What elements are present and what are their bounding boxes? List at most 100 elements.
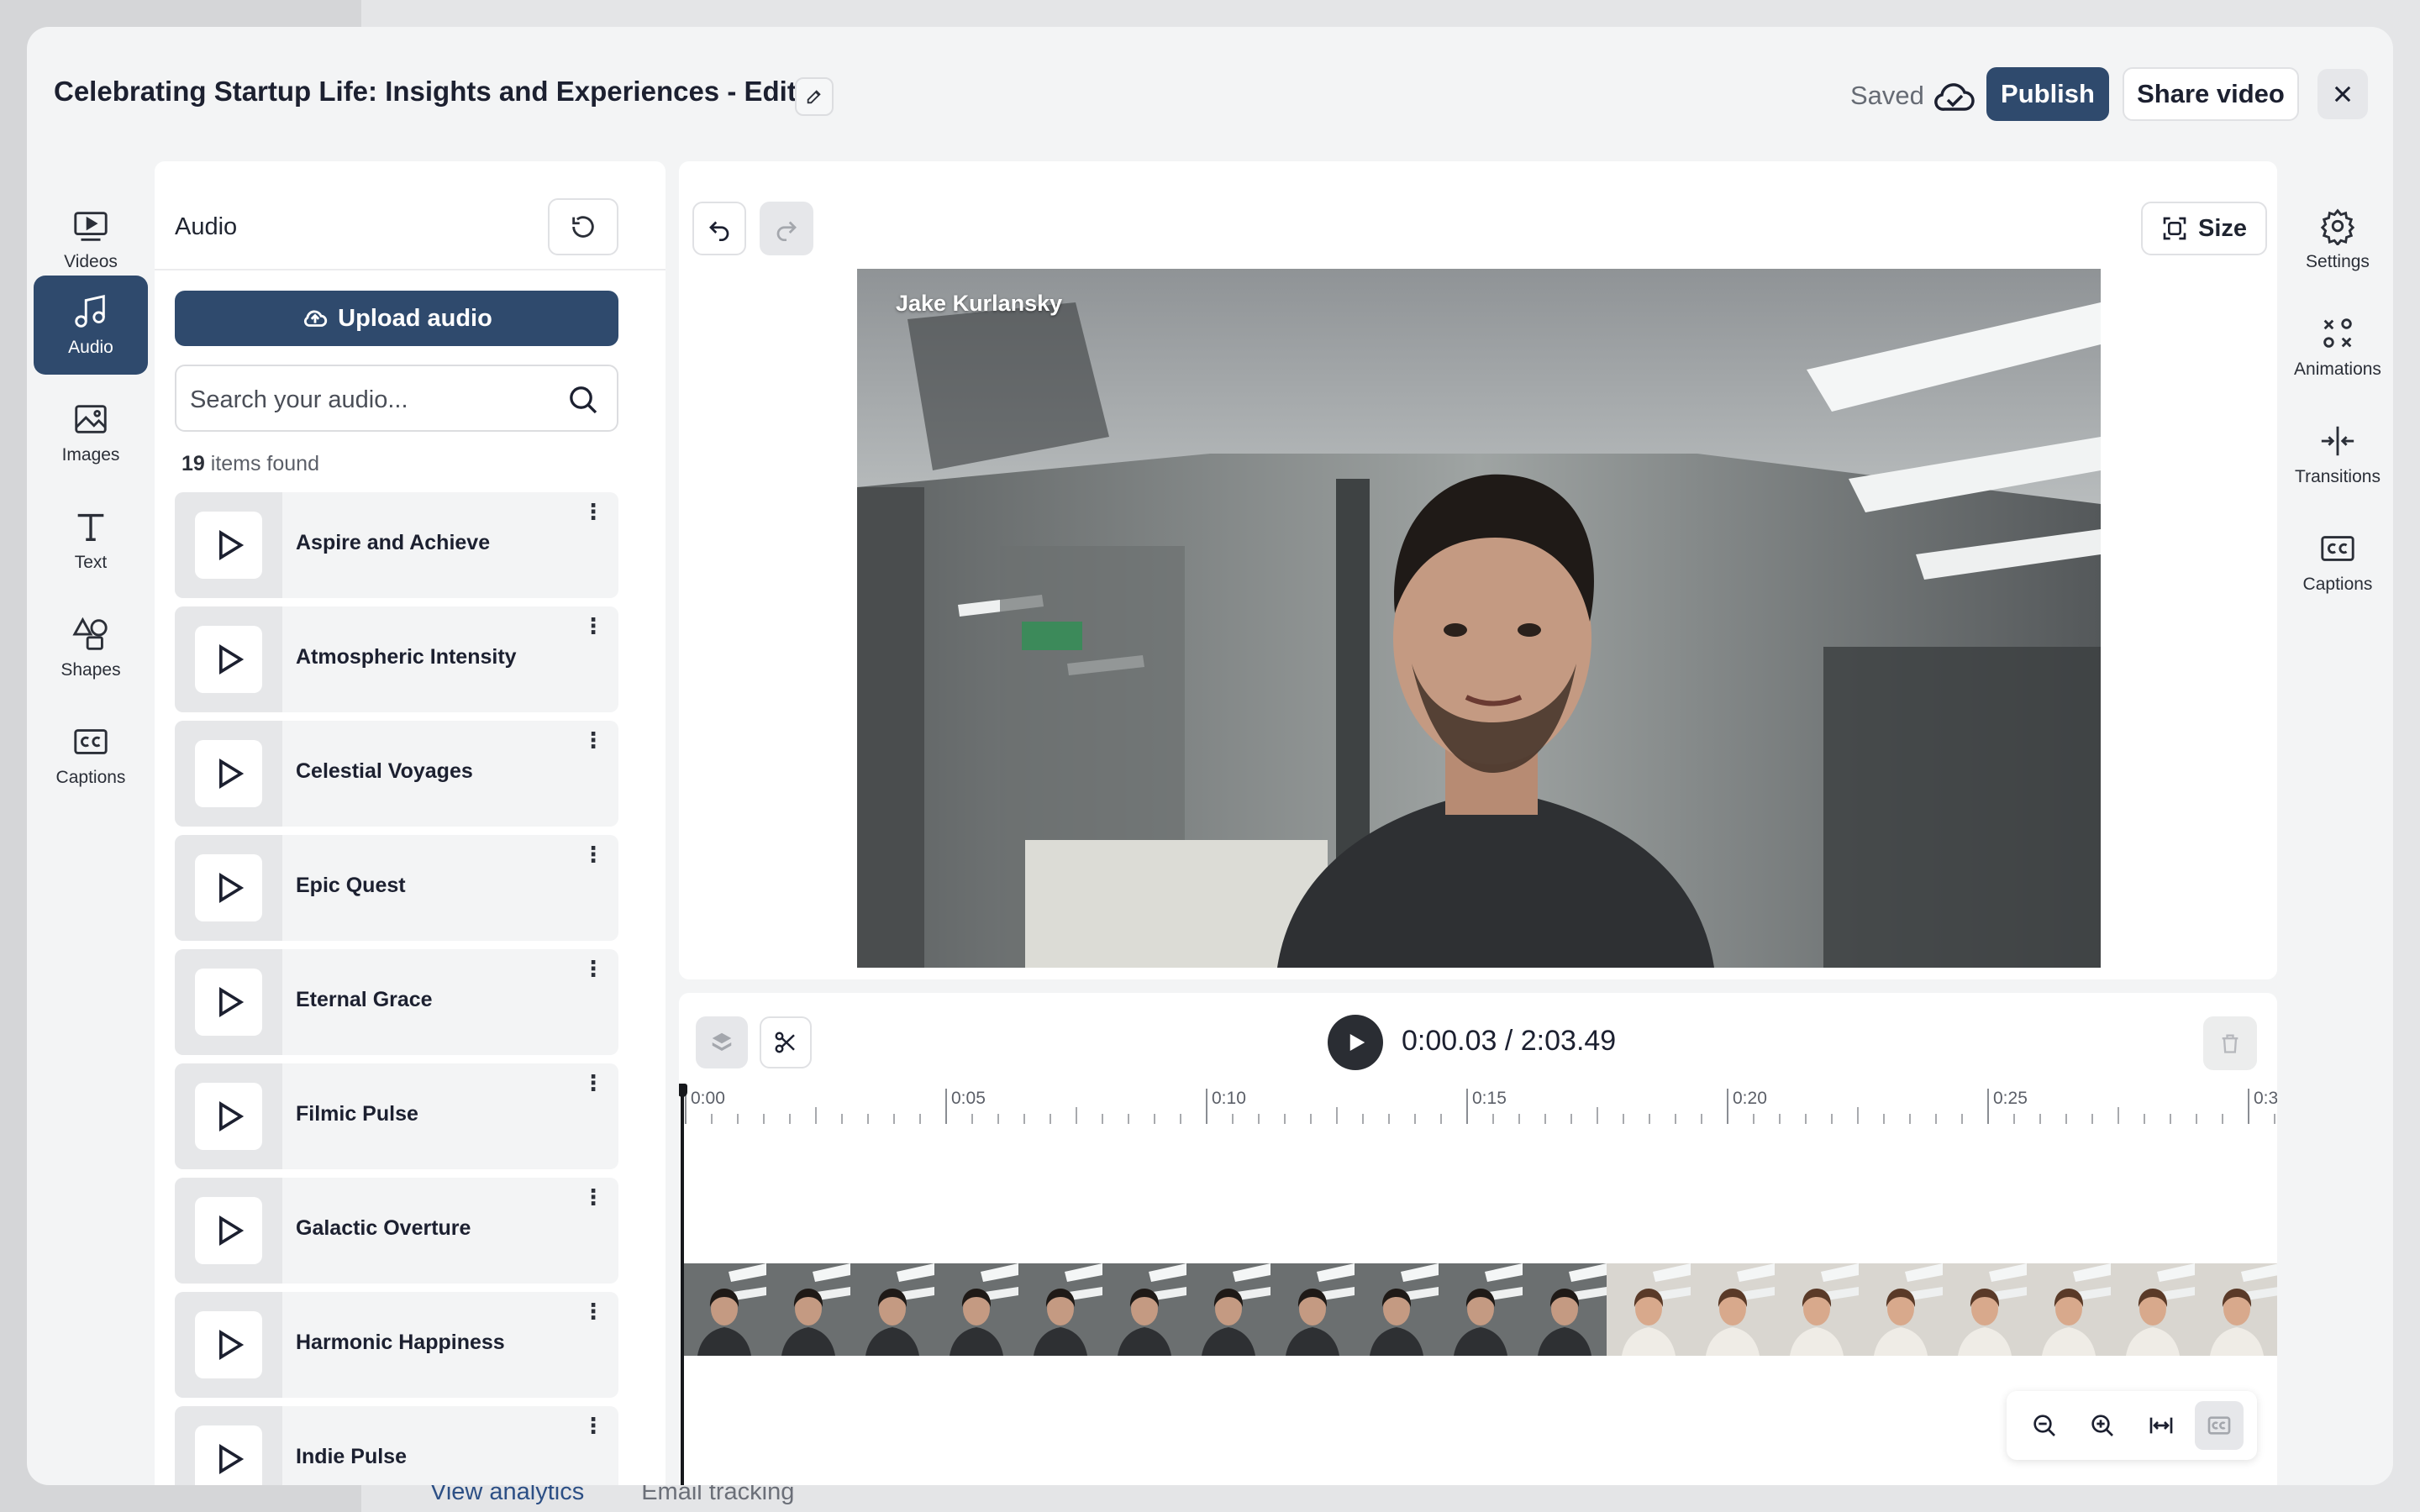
track-name: Aspire and Achieve — [296, 531, 491, 554]
more-options-icon[interactable]: ⋮ — [581, 958, 605, 988]
more-options-icon[interactable]: ⋮ — [581, 729, 605, 759]
nav-label: Audio — [68, 338, 113, 357]
nav-transitions[interactable]: Transitions — [2281, 405, 2393, 504]
fit-width-icon — [2149, 1417, 2173, 1434]
audio-track-item[interactable]: Aspire and Achieve ⋮ — [175, 492, 618, 598]
ruler-tick-label: 0:10 — [1212, 1089, 1246, 1108]
filmstrip-thumbnail — [1943, 1263, 2027, 1356]
nav-text[interactable]: Text — [34, 491, 148, 590]
ruler-tick-label: 0:15 — [1472, 1089, 1507, 1108]
audio-track-item[interactable]: Celestial Voyages ⋮ — [175, 721, 618, 827]
filmstrip-frame — [1186, 1263, 1270, 1356]
nav-label: Images — [61, 445, 120, 465]
play-icon — [219, 1444, 245, 1474]
track-play-button[interactable] — [195, 1197, 262, 1264]
shapes-icon — [72, 617, 108, 650]
refresh-button[interactable] — [548, 198, 618, 255]
play-icon — [1349, 1034, 1365, 1051]
redo-button[interactable] — [760, 202, 813, 255]
edit-title-button[interactable] — [795, 77, 834, 116]
nav-captions-right[interactable]: Captions — [2281, 512, 2393, 612]
zoom-in-icon — [2091, 1415, 2114, 1436]
publish-button[interactable]: Publish — [1986, 67, 2109, 121]
page-title: Celebrating Startup Life: Insights and E… — [54, 76, 797, 107]
track-play-button[interactable] — [195, 512, 262, 579]
nav-videos[interactable]: Videos — [34, 190, 148, 289]
filmstrip-frame — [1355, 1263, 1439, 1356]
track-play-button[interactable] — [195, 969, 262, 1036]
filmstrip-thumbnail — [1186, 1263, 1270, 1356]
size-label: Size — [2197, 214, 2248, 242]
nav-audio[interactable]: Audio — [34, 276, 148, 375]
track-name: Galactic Overture — [296, 1216, 471, 1240]
nav-captions[interactable]: Captions — [34, 706, 148, 805]
nav-label: Captions — [55, 768, 126, 787]
items-count: 19 items found — [182, 452, 319, 476]
nav-shapes[interactable]: Shapes — [34, 598, 148, 697]
search-icon[interactable] — [566, 383, 600, 417]
undo-button[interactable] — [692, 202, 746, 255]
more-options-icon[interactable]: ⋮ — [581, 615, 605, 645]
captions-toggle-button[interactable] — [2195, 1401, 2244, 1450]
close-icon — [2334, 86, 2351, 102]
audio-track-item[interactable]: Galactic Overture ⋮ — [175, 1178, 618, 1284]
track-play-button[interactable] — [195, 1083, 262, 1150]
audio-track-item[interactable]: Indie Pulse ⋮ — [175, 1406, 618, 1485]
more-options-icon[interactable]: ⋮ — [581, 1072, 605, 1102]
undo-icon — [709, 221, 729, 241]
music-note-icon — [75, 294, 105, 328]
play-icon — [219, 1101, 245, 1131]
more-options-icon[interactable]: ⋮ — [581, 843, 605, 874]
nav-images[interactable]: Images — [34, 383, 148, 482]
playhead[interactable] — [679, 1084, 687, 1485]
upload-audio-label: Upload audio — [338, 304, 492, 332]
nav-settings[interactable]: Settings — [2281, 190, 2393, 289]
more-options-icon[interactable]: ⋮ — [581, 1300, 605, 1331]
cc-icon — [74, 729, 108, 754]
share-video-button[interactable]: Share video — [2123, 67, 2299, 121]
more-options-icon[interactable]: ⋮ — [581, 501, 605, 531]
filmstrip-thumbnail — [2027, 1263, 2111, 1356]
size-button[interactable]: Size — [2141, 202, 2267, 255]
play-icon — [219, 530, 245, 560]
audio-track-item[interactable]: Atmospheric Intensity ⋮ — [175, 606, 618, 712]
search-input[interactable] — [190, 381, 560, 418]
pencil-icon — [807, 90, 821, 104]
track-name: Filmic Pulse — [296, 1102, 418, 1126]
close-button[interactable] — [2317, 69, 2368, 119]
saved-status: Saved — [1850, 81, 1924, 110]
more-options-icon[interactable]: ⋮ — [581, 1186, 605, 1216]
fit-timeline-button[interactable] — [2137, 1401, 2186, 1450]
items-count-suffix: items found — [204, 452, 319, 475]
gear-icon — [2320, 208, 2355, 245]
zoom-in-button[interactable] — [2078, 1401, 2127, 1450]
speaker-name: Jake Kurlansky — [896, 291, 1063, 316]
track-play-button[interactable] — [195, 626, 262, 693]
play-button[interactable] — [1328, 1015, 1383, 1070]
video-frame-image — [857, 269, 2101, 968]
split-button[interactable] — [760, 1016, 812, 1068]
video-preview[interactable]: Jake Kurlansky — [857, 269, 2101, 968]
track-play-button[interactable] — [195, 1425, 262, 1485]
track-play-button[interactable] — [195, 740, 262, 807]
track-play-button[interactable] — [195, 1311, 262, 1378]
more-options-icon[interactable]: ⋮ — [581, 1415, 605, 1445]
timeline-ruler[interactable]: 0:00 0:05 0:10 0:15 0:20 0:25 0:3 — [679, 1077, 2277, 1127]
track-play-button[interactable] — [195, 854, 262, 921]
audio-track-item[interactable]: Epic Quest ⋮ — [175, 835, 618, 941]
audio-track-item[interactable]: Eternal Grace ⋮ — [175, 949, 618, 1055]
track-name: Indie Pulse — [296, 1445, 407, 1468]
timeline-panel: 0:00.03 / 2:03.49 0:00 0:05 0:10 0:15 0:20 0:… — [679, 993, 2277, 1485]
audio-track-item[interactable]: Harmonic Happiness ⋮ — [175, 1292, 618, 1398]
filmstrip-frame — [1943, 1263, 2027, 1356]
nav-animations[interactable]: Animations — [2281, 297, 2393, 396]
delete-button[interactable] — [2203, 1016, 2257, 1070]
layers-button[interactable] — [696, 1016, 748, 1068]
zoom-out-button[interactable] — [2020, 1401, 2069, 1450]
video-track-filmstrip[interactable] — [682, 1263, 2277, 1356]
ruler-tick-label: 0:05 — [951, 1089, 986, 1108]
filmstrip-frame — [1523, 1263, 1607, 1356]
ruler-tick-label: 0:3 — [2254, 1089, 2277, 1108]
audio-track-item[interactable]: Filmic Pulse ⋮ — [175, 1063, 618, 1169]
upload-audio-button[interactable]: Upload audio — [175, 291, 618, 346]
